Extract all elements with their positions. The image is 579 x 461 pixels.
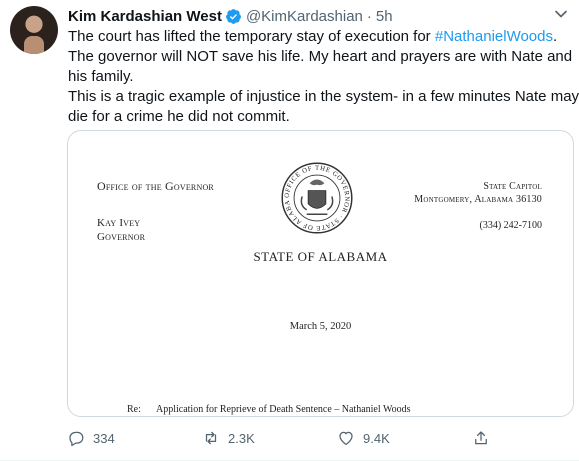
tweet-media-image[interactable]: Office of the Governor Kay Ivey Governor… — [67, 130, 574, 417]
text-segment: . — [553, 28, 558, 45]
tweet-text-line: die for a crime he did not commit. — [68, 108, 290, 125]
verified-badge-icon — [226, 8, 241, 24]
avatar[interactable] — [10, 6, 58, 54]
author-name[interactable]: Kim Kardashian West — [68, 8, 222, 25]
tweet-text: The court has lifted the temporary stay … — [68, 27, 579, 127]
letter-capitol: State Capitol — [483, 181, 542, 192]
like-button[interactable]: 9.4K — [337, 428, 390, 448]
reply-icon — [69, 431, 84, 447]
share-icon — [475, 431, 487, 445]
tweet[interactable]: Kim Kardashian West @KimKardashian · 5h … — [0, 0, 579, 461]
reply-count: 334 — [93, 430, 115, 446]
tweet-header: Kim Kardashian West @KimKardashian · 5h — [68, 6, 393, 26]
letter-address: Montgomery, Alabama 36130 — [414, 194, 542, 205]
separator-dot: · — [366, 7, 372, 25]
tweet-timestamp[interactable]: 5h — [376, 8, 393, 25]
tweet-text-line: The governor will NOT save his life. My … — [68, 48, 573, 65]
reply-button[interactable]: 334 — [67, 428, 115, 448]
retweet-button[interactable]: 2.3K — [202, 428, 255, 448]
hashtag-link[interactable]: #NathanielWoods — [435, 28, 553, 45]
author-handle[interactable]: @KimKardashian — [246, 8, 363, 25]
text-segment: The court has lifted the temporary stay … — [68, 28, 435, 45]
heart-icon — [339, 431, 353, 446]
governor-seal-icon: OFFICE OF THE GOVERNOR · STATE OF ALABAM… — [280, 161, 353, 234]
letter-governor-name: Kay Ivey — [97, 217, 141, 229]
tweet-actions: 334 2.3K 9.4K — [67, 428, 487, 448]
like-count: 9.4K — [363, 430, 390, 446]
share-button[interactable] — [472, 428, 498, 448]
tweet-text-line: The court has lifted the temporary stay … — [68, 27, 574, 47]
tweet-text-line: his family. — [68, 68, 134, 85]
letter-re-label: Re: — [127, 404, 141, 415]
retweet-icon — [205, 431, 217, 445]
chevron-down-icon[interactable] — [551, 4, 571, 24]
letter-subject: Application for Reprieve of Death Senten… — [156, 404, 411, 415]
letter-phone: (334) 242-7100 — [479, 220, 543, 231]
letter-state-title: STATE OF ALABAMA — [253, 249, 388, 264]
letter-document: Office of the Governor Kay Ivey Governor… — [68, 131, 573, 416]
tweet-text-line: This is a tragic example of injustice in… — [68, 88, 579, 105]
letter-date: March 5, 2020 — [289, 321, 352, 332]
letter-governor-title: Governor — [97, 231, 146, 243]
retweet-count: 2.3K — [228, 430, 255, 446]
letter-office: Office of the Governor — [97, 179, 214, 193]
